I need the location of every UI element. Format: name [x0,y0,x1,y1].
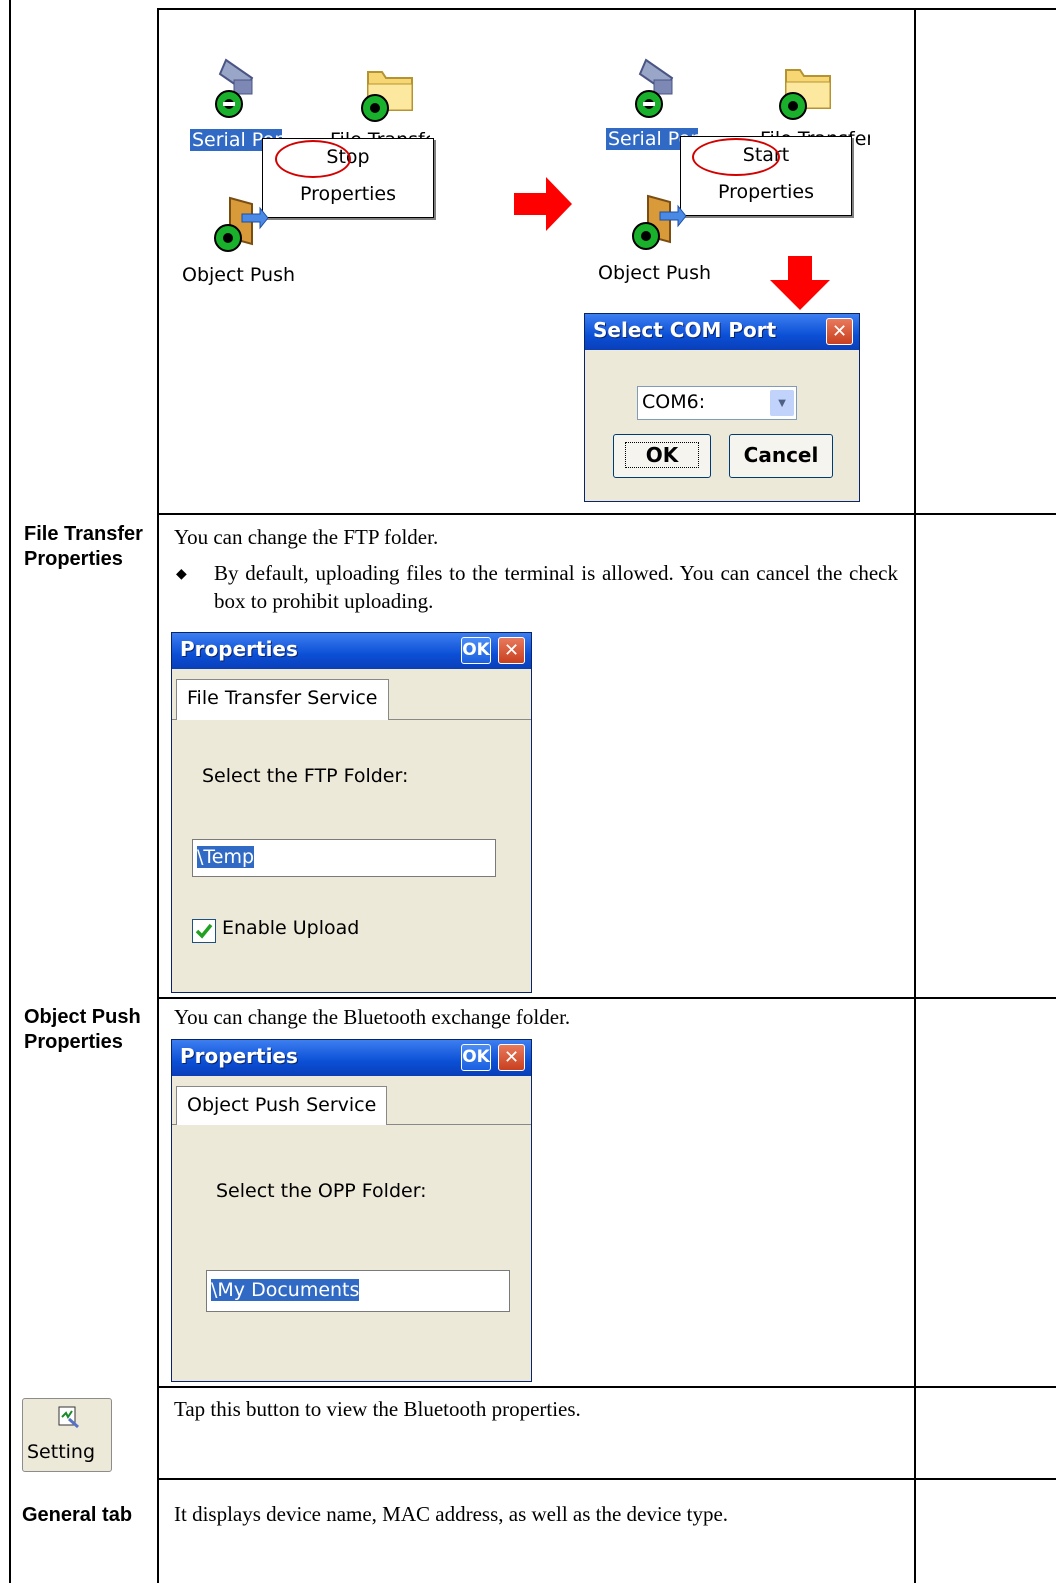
ftp-folder-input[interactable]: \Temp [192,839,496,877]
ftp-folder-value: \Temp [197,846,255,868]
com-port-combo[interactable]: COM6: ▼ [637,386,797,420]
properties-dialog-ftp: Properties OK ✕ File Transfer Service Se… [171,632,532,993]
setting-button-label: Setting [27,1441,96,1463]
table-col-divider-1 [157,8,159,1583]
table-left-border [9,0,11,1583]
dialog-ok-button[interactable]: OK [461,1044,491,1071]
close-icon[interactable]: ✕ [498,1044,525,1071]
close-icon[interactable]: ✕ [826,318,853,345]
object-push-icon[interactable] [212,194,269,254]
dialog-title: Properties [180,1044,298,1068]
row-description: It displays device name, MAC address, as… [174,1502,729,1526]
cancel-button-label: Cancel [743,443,819,467]
opp-folder-prompt: Select the OPP Folder: [216,1180,427,1202]
table-top-border [157,8,1056,10]
opp-folder-value: \My Documents [211,1279,360,1301]
right-arrow-icon [514,177,574,231]
row-bullet-text: By default, uploading files to the termi… [214,561,898,613]
dialog-titlebar: Select COM Port ✕ [585,314,859,350]
close-icon[interactable]: ✕ [498,637,525,664]
row-description: You can change the FTP folder. [174,525,439,549]
enable-upload-label: Enable Upload [222,917,360,939]
row-label-file-transfer: File Transfer Properties [24,523,143,570]
select-com-port-dialog: Select COM Port ✕ COM6: ▼ OK Cancel [584,313,860,502]
setting-button[interactable]: Setting [22,1398,112,1472]
dialog-titlebar: Properties OK ✕ [172,1040,531,1076]
properties-dialog-opp: Properties OK ✕ Object Push Service Sele… [171,1039,532,1382]
tab-file-transfer-service[interactable]: File Transfer Service [176,679,389,720]
file-transfer-icon[interactable] [778,60,834,120]
row-label-object-push: Object Push Properties [24,1006,141,1053]
row-label-general-tab: General tab [22,1504,133,1526]
highlight-ring [692,138,780,176]
cancel-button[interactable]: Cancel [729,434,833,478]
enable-upload-checkbox[interactable] [192,919,216,943]
bullet-icon: ◆ [176,567,187,582]
chevron-down-icon[interactable]: ▼ [770,390,794,416]
object-push-label[interactable]: Object Push [182,264,295,286]
tab-object-push-service[interactable]: Object Push Service [176,1086,388,1125]
serial-port-icon[interactable] [212,58,266,120]
highlight-ring [275,140,351,178]
opp-folder-input[interactable]: \My Documents [206,1270,510,1312]
row-description: You can change the Bluetooth exchange fo… [174,1005,571,1029]
com-port-value: COM6: [642,391,706,413]
dialog-title: Properties [180,637,298,661]
serial-port-icon[interactable] [632,58,686,120]
menu-item-properties[interactable]: Properties [681,181,851,203]
menu-item-properties[interactable]: Properties [263,183,433,205]
down-arrow-icon [770,256,830,310]
setting-icon [56,1405,80,1429]
file-transfer-icon[interactable] [360,62,416,122]
dialog-title: Select COM Port [593,318,777,342]
row-divider-3 [157,1386,1056,1388]
ok-button[interactable]: OK [613,434,711,478]
dialog-titlebar: Properties OK ✕ [172,633,531,669]
dialog-ok-button[interactable]: OK [461,637,491,664]
row-divider-2 [157,997,1056,999]
table-col-divider-2 [914,8,916,1583]
row-divider-1 [157,513,1056,515]
ftp-folder-prompt: Select the FTP Folder: [202,765,409,787]
object-push-icon[interactable] [630,192,687,252]
row-divider-4 [157,1478,1056,1480]
row-description: Tap this button to view the Bluetooth pr… [174,1397,581,1421]
ok-button-label: OK [624,442,700,468]
object-push-label[interactable]: Object Push [598,262,711,284]
